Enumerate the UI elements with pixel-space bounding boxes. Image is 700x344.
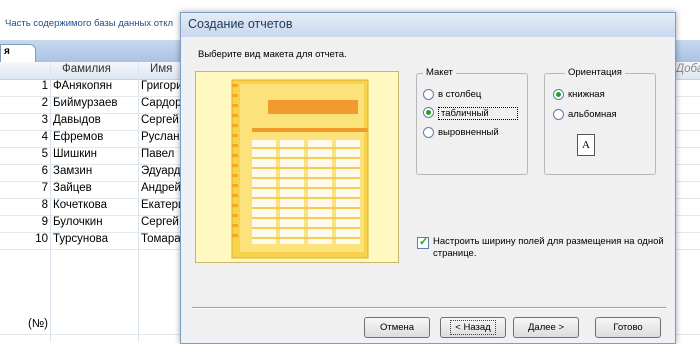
next-button[interactable]: Далее > [513,317,579,338]
adjust-width-checkbox[interactable]: ✓ [417,236,429,249]
firstname-cell: Андрей [141,182,181,194]
table-tab[interactable]: я [0,44,36,63]
firstname-cell: Томара [141,233,181,245]
tabular-report-preview-icon [196,72,398,262]
new-record-marker: (№) [28,318,48,330]
lastname-cell: Биймурзаев [53,97,118,109]
row-number: 5 [41,148,48,160]
column-header-lastname[interactable]: Фамилия [62,63,111,75]
layout-group-title: Макет [423,67,456,78]
row-number: 7 [41,182,48,194]
firstname-cell: Руслан [141,131,180,143]
table-tab-label: я [4,46,10,57]
radio-justified[interactable] [423,127,434,138]
row-number: 1 [41,80,48,92]
column-header-firstname[interactable]: Имя [150,63,172,75]
radio-portrait[interactable] [553,89,564,100]
next-button-label: Далее > [527,322,564,333]
dialog-title-bar[interactable]: Создание отчетов [181,13,675,37]
layout-option-justified-label: выровненный [438,127,499,138]
lastname-cell: Давыдов [53,114,101,126]
orientation-option-landscape-label: альбомная [568,109,617,120]
firstname-cell: Павел [141,148,175,160]
orientation-group-title: Ориентация [565,67,625,78]
row-number: 2 [41,97,48,109]
finish-button-label: Готово [613,322,643,333]
row-number: 6 [41,165,48,177]
firstname-cell: Сардор [141,97,182,109]
row-number: 8 [41,199,48,211]
lastname-cell: Турсунова [53,233,109,245]
lastname-cell: Кочеткова [53,199,108,211]
firstname-cell: Григори [141,80,183,92]
layout-option-columnar-label: в столбец [438,89,482,100]
row-number: 4 [41,131,48,143]
radio-tabular[interactable] [423,107,434,118]
security-message: Часть содержимого базы данных откл [5,18,173,29]
checkmark-icon: ✓ [419,236,429,248]
wizard-prompt: Выберите вид макета для отчета. [198,49,347,60]
radio-columnar[interactable] [423,89,434,100]
firstname-cell: Екатери [141,199,185,211]
row-number: 3 [41,114,48,126]
layout-preview-image [195,71,399,263]
lastname-cell: ФАнякопян [53,80,113,92]
radio-landscape[interactable] [553,109,564,120]
lastname-cell: Зайцев [53,182,92,194]
cancel-button-label: Отмена [379,322,415,333]
firstname-cell: Эдуард [141,165,181,177]
lastname-cell: Замзин [53,165,93,177]
column-header-add[interactable]: Доба [676,63,700,75]
lastname-cell: Булочкин [53,216,103,228]
lastname-cell: Шишкин [53,148,97,160]
back-button[interactable]: < Назад [440,317,506,338]
back-button-label: < Назад [450,320,496,335]
finish-button[interactable]: Готово [595,317,661,338]
adjust-width-label: Настроить ширину полей для размещения на… [433,236,664,259]
cancel-button[interactable]: Отмена [364,317,430,338]
orientation-option-portrait-label: книжная [568,89,605,100]
row-number: 10 [35,233,48,245]
portrait-page-icon: A [577,134,595,156]
firstname-cell: Сергей [141,216,179,228]
layout-option-tabular-label: табличный [438,107,518,120]
dialog-separator [192,307,666,309]
dialog-title: Создание отчетов [188,17,293,31]
row-number: 9 [41,216,48,228]
firstname-cell: Сергей [141,114,179,126]
lastname-cell: Ефремов [53,131,104,143]
